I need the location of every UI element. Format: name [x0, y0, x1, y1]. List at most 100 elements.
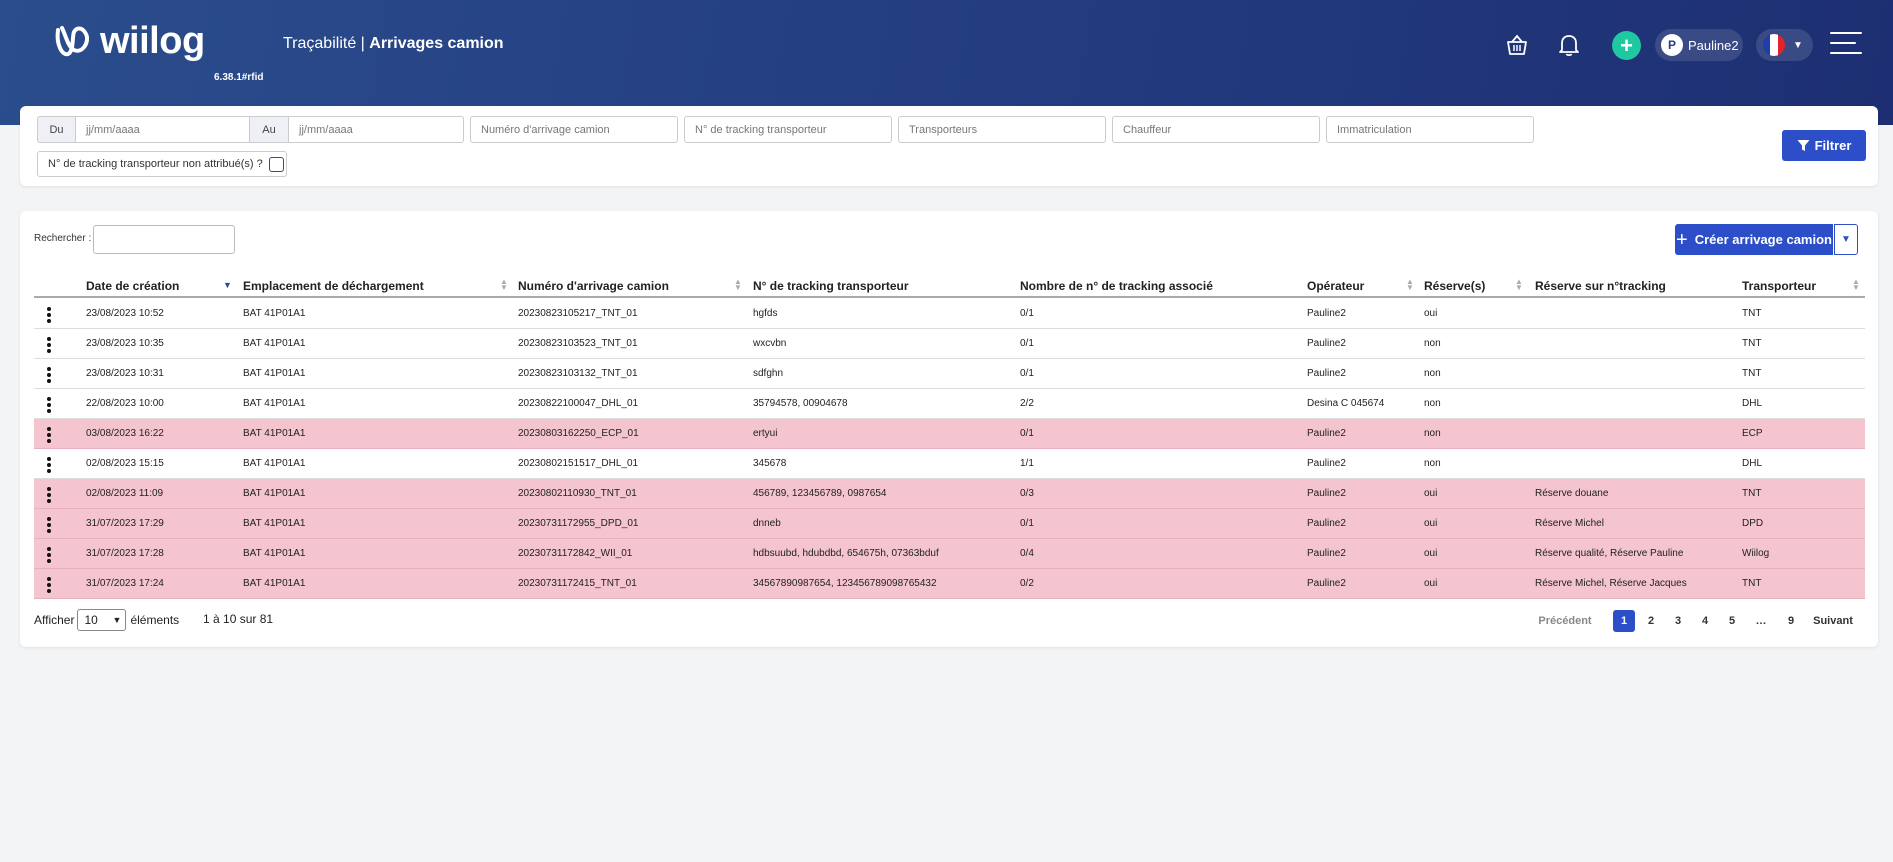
cell-date: 03/08/2023 16:22	[86, 428, 164, 439]
table-row[interactable]: 22/08/2023 10:00 BAT 41P01A1 2023082210004…	[34, 389, 1865, 419]
pagination-page[interactable]: 2	[1640, 610, 1662, 632]
kebab-menu-icon[interactable]	[47, 517, 51, 533]
cell-tracking: sdfghn	[753, 368, 784, 379]
kebab-menu-icon[interactable]	[47, 457, 51, 473]
cell-date: 23/08/2023 10:35	[86, 338, 164, 349]
column-header-date[interactable]: Date de création	[86, 275, 179, 296]
cell-tracking-count: 2/2	[1020, 398, 1034, 409]
sort-desc-icon[interactable]: ▼	[223, 281, 232, 290]
pagination-page[interactable]: 9	[1780, 610, 1802, 632]
cell-arrival-number: 20230803162250_ECP_01	[518, 428, 639, 439]
pagination-next[interactable]: Suivant	[1810, 610, 1856, 632]
kebab-menu-icon[interactable]	[47, 307, 51, 323]
cell-reserve: oui	[1424, 578, 1438, 589]
table-row[interactable]: 31/07/2023 17:28 BAT 41P01A1 2023073117284…	[34, 539, 1865, 569]
cell-operator: Pauline2	[1307, 458, 1346, 469]
pagination-previous-label: Précédent	[1538, 615, 1592, 627]
create-arrival-dropdown[interactable]: ▼	[1834, 224, 1858, 255]
arrival-number-input[interactable]: Numéro d'arrivage camion	[470, 116, 678, 143]
cell-reserve: oui	[1424, 308, 1438, 319]
cell-operator: Pauline2	[1307, 338, 1346, 349]
quick-add-button[interactable]: +	[1612, 31, 1641, 60]
cell-location: BAT 41P01A1	[243, 338, 306, 349]
table-row[interactable]: 23/08/2023 10:35 BAT 41P01A1 2023082310352…	[34, 329, 1865, 359]
table-row[interactable]: 23/08/2023 10:31 BAT 41P01A1 2023082310313…	[34, 359, 1865, 389]
column-header-tracking-count: Nombre de n° de tracking associé	[1020, 278, 1213, 293]
cell-location: BAT 41P01A1	[243, 368, 306, 379]
cell-tracking-count: 0/4	[1020, 548, 1034, 559]
kebab-menu-icon[interactable]	[47, 367, 51, 383]
cell-operator: Pauline2	[1307, 428, 1346, 439]
unassigned-tracking-checkbox[interactable]	[268, 156, 284, 172]
france-flag-icon	[1763, 34, 1785, 56]
cell-reserve: non	[1424, 458, 1441, 469]
table-row[interactable]: 02/08/2023 15:15 BAT 41P01A1 2023080215151…	[34, 449, 1865, 479]
table-row[interactable]: 02/08/2023 11:09 BAT 41P01A1 2023080211093…	[34, 479, 1865, 509]
sort-icon[interactable]: ▲ ▼	[1515, 278, 1523, 292]
column-header-tracking-reserve: Réserve sur n°tracking	[1535, 278, 1666, 293]
sort-icon[interactable]: ▲ ▼	[1406, 278, 1414, 292]
chevron-down-icon: ▼	[112, 615, 122, 625]
kebab-menu-icon[interactable]	[47, 487, 51, 503]
kebab-menu-icon[interactable]	[47, 547, 51, 563]
page-length-select[interactable]: 10 ▼	[77, 609, 127, 631]
kebab-menu-icon[interactable]	[47, 397, 51, 413]
pagination-page[interactable]: 4	[1694, 610, 1716, 632]
search-label: Rechercher :	[34, 233, 92, 244]
plate-input[interactable]: Immatriculation	[1326, 116, 1534, 143]
table-row[interactable]: 23/08/2023 10:52 BAT 41P01A1 2023082310521…	[34, 299, 1865, 329]
filter-button-label: Filtrer	[1814, 138, 1852, 153]
cell-operator: Desina C 045674	[1307, 398, 1385, 409]
cell-carrier: DHL	[1742, 458, 1763, 469]
pagination-page[interactable]: 1	[1613, 610, 1635, 632]
cell-carrier: ECP	[1742, 428, 1763, 439]
sort-icon[interactable]: ▲ ▼	[500, 278, 508, 292]
column-header-operator[interactable]: Opérateur	[1307, 275, 1364, 296]
driver-select[interactable]: Chauffeur	[1112, 116, 1320, 143]
cell-carrier: Wiilog	[1742, 548, 1770, 559]
tracking-number-input[interactable]: N° de tracking transporteur	[684, 116, 892, 143]
avatar: P	[1661, 34, 1683, 56]
wiilog-logo[interactable]: wiilog	[52, 20, 205, 63]
cell-tracking: 345678	[753, 458, 787, 469]
basket-icon[interactable]	[1502, 30, 1532, 60]
cell-arrival-number: 20230802110930_TNT_01	[518, 488, 637, 499]
column-header-arrival-number[interactable]: Numéro d'arrivage camion	[518, 275, 669, 296]
language-selector[interactable]: ▼	[1756, 29, 1813, 61]
filter-button[interactable]: Filtrer	[1782, 130, 1866, 161]
table-row[interactable]: 31/07/2023 17:29 BAT 41P01A1 2023073117295…	[34, 509, 1865, 539]
column-header-location[interactable]: Emplacement de déchargement	[243, 275, 424, 296]
kebab-menu-icon[interactable]	[47, 427, 51, 443]
cell-tracking-reserve: Réserve Michel, Réserve Jacques	[1535, 578, 1687, 589]
date-from-input[interactable]: jj/mm/aaaa	[75, 116, 250, 143]
cell-tracking-count: 0/1	[1020, 518, 1034, 529]
chevron-down-icon: ▼	[1841, 234, 1851, 245]
cell-tracking-count: 1/1	[1020, 458, 1034, 469]
table-row[interactable]: 03/08/2023 16:22 BAT 41P01A1 2023080316225…	[34, 419, 1865, 449]
column-header-reserves[interactable]: Réserve(s)	[1424, 275, 1485, 296]
sort-icon[interactable]: ▲ ▼	[1852, 278, 1860, 292]
cell-reserve: non	[1424, 398, 1441, 409]
pagination-page[interactable]: 5	[1721, 610, 1743, 632]
cell-date: 23/08/2023 10:31	[86, 368, 164, 379]
sort-icon[interactable]: ▲ ▼	[734, 278, 742, 292]
cell-arrival-number: 20230731172415_TNT_01	[518, 578, 637, 589]
user-menu[interactable]: P Pauline2	[1655, 29, 1743, 61]
pagination-page[interactable]: 3	[1667, 610, 1689, 632]
page-length-control: Afficher 10 ▼ éléments	[34, 609, 179, 631]
pagination-previous[interactable]: Précédent	[1532, 610, 1598, 632]
kebab-menu-icon[interactable]	[47, 337, 51, 353]
date-to-input[interactable]: jj/mm/aaaa	[288, 116, 464, 143]
kebab-menu-icon[interactable]	[47, 577, 51, 593]
bell-icon[interactable]	[1554, 30, 1584, 60]
create-arrival-button[interactable]: + Créer arrivage camion	[1675, 224, 1833, 255]
table-row[interactable]: 31/07/2023 17:24 BAT 41P01A1 2023073117241…	[34, 569, 1865, 599]
breadcrumb-page: Arrivages camion	[369, 35, 504, 52]
cell-tracking: 35794578, 00904678	[753, 398, 848, 409]
unassigned-tracking-filter[interactable]: N° de tracking transporteur non attribué…	[37, 151, 287, 177]
search-input[interactable]	[93, 225, 235, 254]
column-header-carrier[interactable]: Transporteur	[1742, 275, 1816, 296]
pagination-next-label: Suivant	[1813, 615, 1853, 627]
carriers-select[interactable]: Transporteurs	[898, 116, 1106, 143]
hamburger-menu-icon[interactable]	[1830, 32, 1862, 58]
